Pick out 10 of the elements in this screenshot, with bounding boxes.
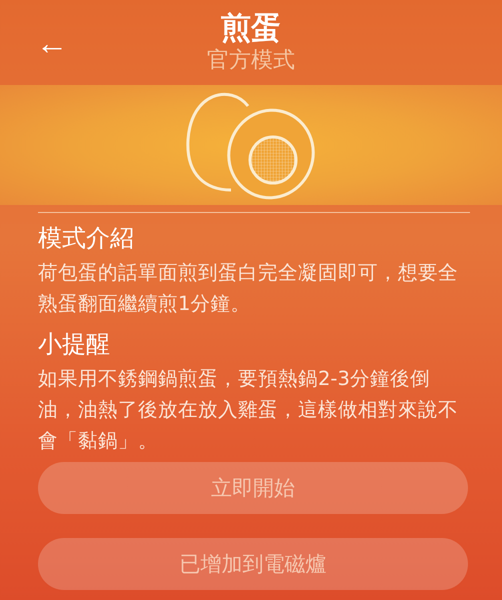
egg-icon — [186, 90, 316, 200]
section-heading: 模式介紹 — [38, 223, 135, 254]
action-button[interactable]: 已增加到電磁爐 — [38, 538, 468, 590]
section-text: 荷包蛋的話單面煎到蛋白完全凝固即可，想要全熟蛋翻面繼續煎1分鐘。 — [38, 260, 459, 317]
back-button[interactable]: ← — [36, 26, 68, 58]
section-heading: 小提醒 — [38, 329, 111, 360]
action-button[interactable]: 立即開始 — [38, 462, 468, 514]
page-title: 煎蛋 — [221, 10, 281, 46]
section-text: 如果用不銹鋼鍋煎蛋，要預熱鍋2-3分鐘後倒油，油熱了後放在放入雞蛋，這樣做相對來說不會「黏鍋」。 — [38, 366, 459, 454]
page-subtitle: 官方模式 — [207, 46, 295, 74]
